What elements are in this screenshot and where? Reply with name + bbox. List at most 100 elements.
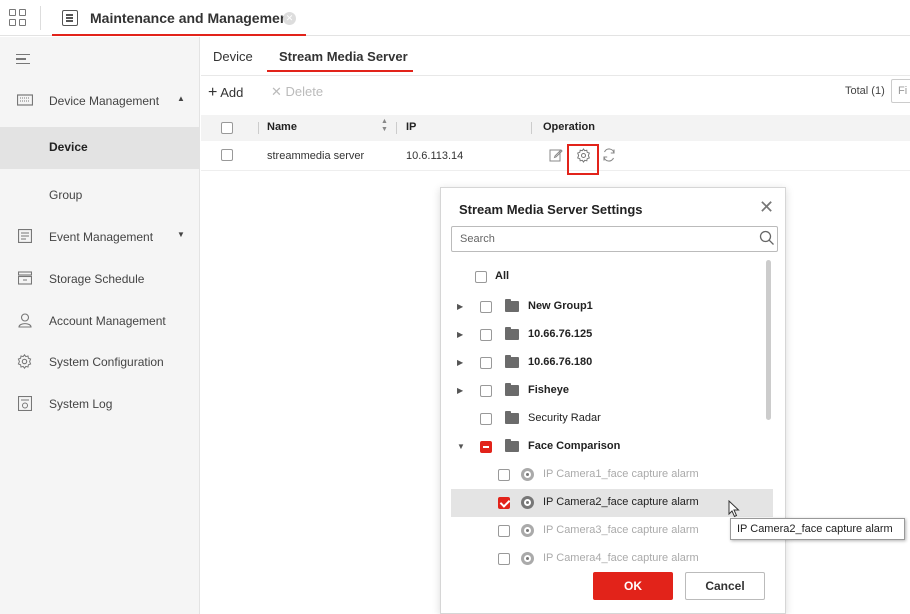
- refresh-icon[interactable]: [601, 148, 617, 164]
- tree-node-group[interactable]: Security Radar: [451, 405, 773, 433]
- camera-icon: [521, 524, 534, 537]
- tree-label: 10.66.76.180: [528, 356, 593, 368]
- expand-arrow-icon[interactable]: ▶: [457, 386, 463, 395]
- stream-media-server-settings-dialog: Stream Media Server Settings ✕ All ▶ New…: [440, 187, 786, 614]
- tree-node-camera[interactable]: IP Camera2_face capture alarm: [451, 489, 773, 517]
- total-count: Total (1): [845, 85, 885, 97]
- divider: [201, 75, 910, 76]
- tree-label: IP Camera3_face capture alarm: [543, 524, 699, 536]
- sort-icon[interactable]: ▲ ▼: [381, 118, 388, 134]
- column-divider: [531, 122, 532, 134]
- scrollbar[interactable]: [766, 260, 771, 420]
- tree-checkbox[interactable]: [480, 385, 492, 397]
- tree-label: IP Camera1_face capture alarm: [543, 468, 699, 480]
- tree-checkbox[interactable]: [498, 469, 510, 481]
- camera-icon: [521, 496, 534, 509]
- column-divider: [258, 122, 259, 134]
- menu-toggle-icon[interactable]: [16, 54, 30, 64]
- sidebar-item-system-configuration[interactable]: System Configuration: [0, 342, 200, 382]
- search-icon[interactable]: [759, 230, 774, 245]
- collapse-arrow-icon[interactable]: ▼: [457, 442, 465, 451]
- tree-checkbox[interactable]: [498, 525, 510, 537]
- sidebar-item-label: Group: [49, 188, 83, 202]
- chevron-up-icon: ▲: [177, 94, 185, 103]
- mouse-cursor-icon: [728, 499, 740, 518]
- search-input[interactable]: [460, 233, 740, 245]
- folder-icon: [505, 383, 519, 396]
- tree-checkbox[interactable]: [480, 329, 492, 341]
- device-ip-cell: 10.6.113.14: [406, 150, 464, 162]
- tab-close-icon[interactable]: ✕: [283, 12, 296, 25]
- camera-icon: [521, 552, 534, 565]
- gear-icon: [17, 353, 32, 370]
- tree-node-all[interactable]: All: [451, 263, 773, 291]
- tree-checkbox[interactable]: [480, 301, 492, 313]
- tab-device[interactable]: Device: [213, 49, 253, 64]
- sidebar-item-label: System Configuration: [49, 355, 164, 369]
- sidebar-item-device-management[interactable]: Device Management ▲: [0, 81, 200, 121]
- tree-checkbox-checked[interactable]: [498, 497, 510, 509]
- expand-arrow-icon[interactable]: ▶: [457, 330, 463, 339]
- sidebar-item-label: Device Management: [49, 94, 160, 108]
- column-header-name[interactable]: Name: [267, 121, 297, 133]
- tree-checkbox[interactable]: [480, 357, 492, 369]
- tree-label: Security Radar: [528, 412, 601, 424]
- tree-checkbox[interactable]: [475, 271, 487, 283]
- highlight-annotation: [567, 144, 599, 175]
- delete-button[interactable]: ✕ Delete: [271, 84, 323, 100]
- tree-node-group[interactable]: ▶ New Group1: [451, 293, 773, 321]
- column-header-ip[interactable]: IP: [406, 121, 416, 133]
- device-management-icon: [16, 93, 34, 108]
- storage-schedule-icon: [17, 271, 32, 286]
- event-management-icon: [17, 228, 32, 244]
- sidebar-item-storage-schedule[interactable]: Storage Schedule: [0, 259, 200, 299]
- folder-icon: [505, 327, 519, 340]
- edit-icon[interactable]: [548, 148, 564, 164]
- sidebar-item-group[interactable]: Group: [0, 175, 200, 215]
- table-row[interactable]: streammedia server 10.6.113.14: [201, 141, 910, 171]
- tree-node-camera[interactable]: IP Camera4_face capture alarm: [451, 545, 773, 572]
- tree-node-group[interactable]: ▶ 10.66.76.125: [451, 321, 773, 349]
- sidebar-item-label: System Log: [49, 397, 113, 411]
- apps-grid-icon[interactable]: [8, 8, 28, 28]
- row-checkbox[interactable]: [221, 149, 233, 161]
- sidebar-item-label: Account Management: [49, 314, 166, 328]
- sidebar-item-device[interactable]: Device: [0, 127, 200, 169]
- tree-checkbox[interactable]: [480, 413, 492, 425]
- tree-checkbox[interactable]: [498, 553, 510, 565]
- search-box[interactable]: [451, 226, 778, 252]
- sidebar-item-event-management[interactable]: Event Management ▼: [0, 217, 200, 257]
- dialog-title: Stream Media Server Settings: [459, 202, 643, 217]
- folder-icon: [505, 411, 519, 424]
- select-all-checkbox[interactable]: [221, 122, 233, 134]
- account-icon: [17, 313, 32, 328]
- tree-node-camera[interactable]: IP Camera3_face capture alarm: [451, 517, 773, 545]
- folder-icon: [505, 355, 519, 368]
- table-header: Name ▲ ▼ IP Operation: [201, 115, 910, 141]
- tab-maintenance-and-management[interactable]: Maintenance and Management ✕: [52, 0, 306, 36]
- column-header-operation: Operation: [543, 121, 595, 133]
- close-icon[interactable]: ✕: [759, 197, 774, 218]
- tree-label: IP Camera2_face capture alarm: [543, 496, 699, 508]
- tree-label: Fisheye: [528, 384, 569, 396]
- expand-arrow-icon[interactable]: ▶: [457, 302, 463, 311]
- active-subtab-indicator: [267, 70, 413, 72]
- tree-node-group[interactable]: ▶ 10.66.76.180: [451, 349, 773, 377]
- sidebar-item-account-management[interactable]: Account Management: [0, 301, 200, 341]
- ok-button[interactable]: OK: [593, 572, 673, 600]
- close-icon: ✕: [271, 84, 282, 99]
- tree-checkbox-partial[interactable]: [480, 441, 492, 453]
- plus-icon: +: [208, 84, 218, 101]
- expand-arrow-icon[interactable]: ▶: [457, 358, 463, 367]
- tree-label: New Group1: [528, 300, 593, 312]
- tree-node-group[interactable]: ▼ Face Comparison: [451, 433, 773, 461]
- sidebar-item-system-log[interactable]: System Log: [0, 384, 200, 424]
- filter-input[interactable]: Fi: [891, 79, 910, 103]
- add-button[interactable]: + Add: [208, 84, 243, 102]
- tab-stream-media-server[interactable]: Stream Media Server: [279, 49, 408, 64]
- tree-node-group[interactable]: ▶ Fisheye: [451, 377, 773, 405]
- device-tree: All ▶ New Group1 ▶ 10.66.76.125 ▶ 10.66.…: [451, 262, 773, 572]
- divider: [40, 6, 41, 30]
- cancel-button[interactable]: Cancel: [685, 572, 765, 600]
- tree-node-camera[interactable]: IP Camera1_face capture alarm: [451, 461, 773, 489]
